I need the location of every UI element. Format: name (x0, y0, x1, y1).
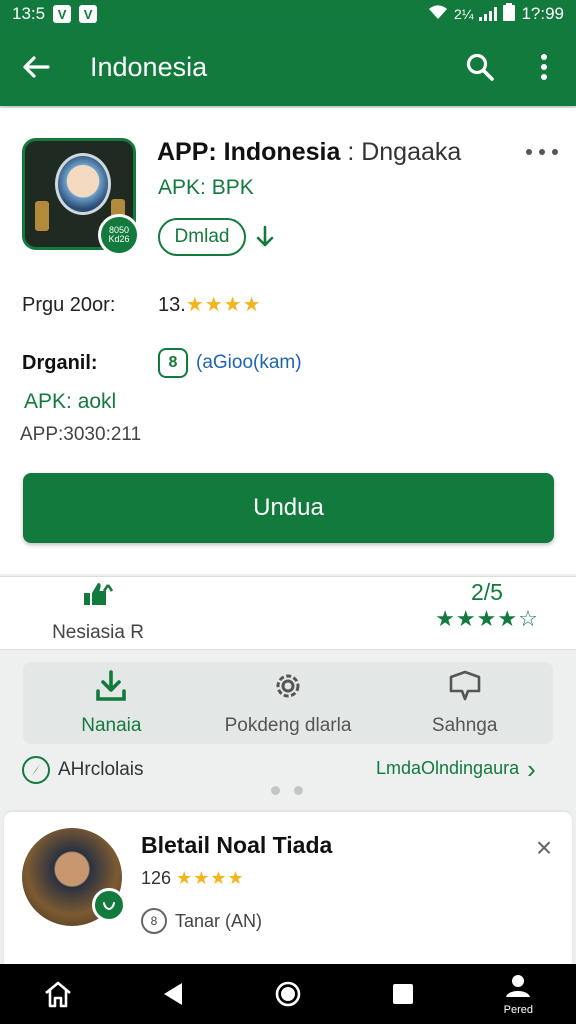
action-settings[interactable]: Pokdeng dlarla (200, 662, 377, 744)
stat-rating-stars: ★★★★☆ (435, 606, 539, 631)
compass-icon (22, 756, 50, 784)
app-name: APP: Indonesia : Dngaaka (157, 138, 461, 167)
install-button[interactable]: Undua (23, 473, 554, 543)
stat-left-label: Nesiasia R (52, 622, 144, 643)
app-bar: Indonesia (0, 28, 576, 106)
user-tag-label: Tanar (AN) (175, 910, 263, 931)
action-bar: Nanaia Pokdeng dlarla Sahnga (23, 662, 553, 744)
user-tag: 8 Tanar (AN) (141, 908, 262, 934)
recents-square-icon[interactable] (358, 964, 448, 1024)
rating-number: 13. (158, 294, 186, 316)
home-circle-icon[interactable] (243, 964, 333, 1024)
more-horiz-icon[interactable] (526, 140, 558, 164)
rating-stars: ★★★★ (185, 294, 262, 316)
developer-label: Drganil: (22, 352, 98, 374)
app-name-rest: : Dngaaka (340, 138, 462, 166)
developer-row: 8 (aGioo(kam) (158, 348, 302, 378)
action-download-label: Nanaia (81, 715, 142, 736)
share-icon (448, 669, 482, 709)
developer-link[interactable]: (aGioo(kam) (196, 352, 302, 374)
profile-nav-item[interactable]: Pered (473, 964, 563, 1024)
thumbs-icon (48, 581, 148, 612)
app-name-bold: APP: Indonesia (157, 138, 341, 166)
more-vert-icon[interactable] (512, 28, 576, 106)
action-share[interactable]: Sahnga (376, 662, 553, 744)
user-rating-stars: ★★★★ (176, 868, 245, 888)
developer-icon: 8 (158, 348, 188, 378)
battery-percent: 2¼ (453, 6, 474, 22)
link-left-label: AHrclolais (58, 759, 144, 780)
stat-right[interactable]: 2/5 ★★★★☆ (426, 579, 548, 632)
app-version: APP:3030:211 (20, 424, 142, 445)
person-icon (504, 973, 532, 1002)
status-time: 1?:99 (521, 4, 564, 23)
tag-icon: 8 (141, 908, 167, 934)
app-icon-decoration (35, 201, 49, 231)
apk-status: APK: aokl (24, 390, 117, 413)
action-download[interactable]: Nanaia (23, 662, 200, 744)
wifi-icon (428, 4, 448, 25)
user-name: Bletail Noal Tiada (141, 832, 333, 858)
gear-icon (271, 669, 305, 709)
link-left[interactable]: AHrclolais (22, 756, 144, 784)
apk-line: APK: BPK (158, 176, 254, 199)
user-rating-number: 126 (141, 868, 172, 888)
app-icon-portrait (55, 153, 111, 215)
back-triangle-icon[interactable] (128, 964, 218, 1024)
notification-icon: V (79, 5, 98, 23)
page-title: Indonesia (90, 51, 208, 82)
stat-left[interactable]: Nesiasia R (48, 581, 148, 644)
search-icon[interactable] (448, 28, 512, 106)
rating-value: 13.★★★★ (158, 292, 262, 317)
status-time-left: 13:5 (12, 4, 46, 23)
pager-dots (271, 786, 303, 795)
download-icon (94, 669, 128, 709)
arrow-back-icon[interactable] (0, 28, 72, 106)
battery-icon (503, 2, 516, 26)
stat-rating-number: 2/5 (471, 579, 503, 605)
user-rating: 126 ★★★★ (141, 868, 245, 889)
profile-nav-label: Pered (503, 1003, 534, 1016)
close-icon[interactable]: × (528, 832, 560, 864)
signal-icon (479, 7, 498, 21)
rating-label: Prgu 20or: (22, 294, 116, 316)
arrow-down-icon[interactable] (254, 224, 276, 250)
link-right[interactable]: LmdaOlndingaura › (376, 753, 536, 784)
home-icon[interactable] (13, 964, 103, 1024)
verified-badge-icon (92, 888, 126, 922)
nav-bar: Pered (0, 964, 576, 1024)
app-badge: 8050 Kd26 (98, 214, 140, 256)
notification-icon: V (53, 5, 72, 23)
link-right-label: LmdaOlndingaura (376, 758, 520, 778)
action-share-label: Sahnga (431, 715, 498, 736)
download-pill-button[interactable]: Dmlad (158, 218, 246, 256)
stats-card: Nesiasia R 2/5 ★★★★☆ (0, 576, 576, 650)
chevron-right-icon: › (527, 753, 536, 784)
status-bar: 13:5 V V 2¼ 1?:99 (0, 0, 576, 28)
action-settings-label: Pokdeng dlarla (224, 715, 352, 736)
